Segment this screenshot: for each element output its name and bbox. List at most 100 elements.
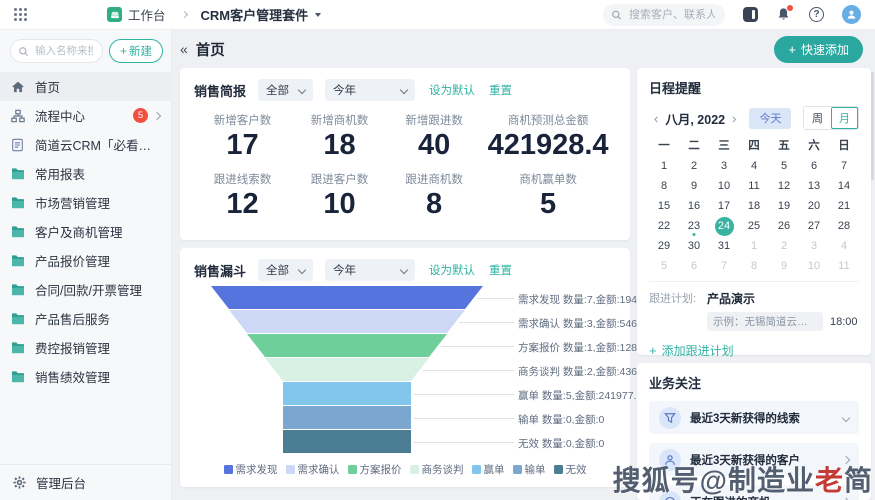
sidebar-item-10[interactable]: 销售绩效管理 (0, 362, 171, 391)
calendar-day[interactable]: 9 (679, 176, 709, 196)
stat-item[interactable]: 跟进客户数 10 (291, 171, 388, 221)
calendar-day[interactable]: 1 (739, 236, 769, 256)
funnel-scope-dropdown[interactable]: 全部 (258, 259, 314, 281)
global-search-input[interactable] (627, 7, 717, 22)
calendar-day[interactable]: 5 (649, 256, 679, 276)
week-toggle-button[interactable]: 周 (804, 107, 831, 129)
calendar-day[interactable]: 6 (799, 156, 829, 176)
collapse-panel-button[interactable] (743, 7, 758, 22)
calendar-day[interactable]: 10 (799, 256, 829, 276)
sidebar-item-4[interactable]: 市场营销管理 (0, 188, 171, 217)
calendar-day[interactable]: 4 (739, 156, 769, 176)
calendar-day[interactable]: 29 (649, 236, 679, 256)
breadcrumb-app-title[interactable]: CRM客户管理套件 (201, 5, 309, 24)
collapse-sidebar-icon[interactable]: « (180, 42, 188, 56)
today-button[interactable]: 今天 (749, 107, 792, 129)
sidebar-item-7[interactable]: 合同/回款/开票管理 (0, 275, 171, 304)
legend-item[interactable]: 需求发现 (223, 462, 278, 477)
calendar-day[interactable]: 23 (679, 216, 709, 236)
calendar-day[interactable]: 5 (769, 156, 799, 176)
scrollbar[interactable] (871, 72, 874, 180)
calendar-day[interactable]: 4 (829, 236, 859, 256)
calendar-day[interactable]: 2 (769, 236, 799, 256)
month-toggle-button[interactable]: 月 (831, 107, 858, 129)
calendar-day[interactable]: 21 (829, 196, 859, 216)
calendar-day[interactable]: 16 (679, 196, 709, 216)
sidebar-search-input[interactable] (32, 44, 95, 58)
calendar-day[interactable]: 27 (799, 216, 829, 236)
sidebar-search[interactable] (10, 39, 103, 63)
brief-reset-link[interactable]: 重置 (489, 82, 512, 98)
calendar-day[interactable]: 3 (799, 236, 829, 256)
calendar-day[interactable]: 7 (709, 256, 739, 276)
app-title-caret-icon[interactable] (315, 12, 322, 17)
legend-item[interactable]: 需求确认 (285, 462, 340, 477)
calendar-day[interactable]: 14 (829, 176, 859, 196)
brief-scope-dropdown[interactable]: 全部 (258, 79, 314, 101)
legend-item[interactable]: 方案报价 (347, 462, 402, 477)
calendar-day[interactable]: 31 (709, 236, 739, 256)
legend-item[interactable]: 无效 (553, 462, 587, 477)
stat-item[interactable]: 跟进商机数 8 (388, 171, 480, 221)
stat-item[interactable]: 新增商机数 18 (291, 112, 388, 162)
calendar-day[interactable]: 19 (769, 196, 799, 216)
sidebar-item-9[interactable]: 费控报销管理 (0, 333, 171, 362)
calendar-day[interactable]: 1 (649, 156, 679, 176)
calendar-day[interactable]: 9 (769, 256, 799, 276)
create-new-button[interactable]: + 新建 (108, 39, 163, 63)
legend-item[interactable]: 赢单 (471, 462, 505, 477)
funnel-set-default-link[interactable]: 设为默认 (429, 262, 475, 278)
calendar-day[interactable]: 25 (739, 216, 769, 236)
calendar-day[interactable]: 28 (829, 216, 859, 236)
notifications-button[interactable] (776, 5, 793, 22)
funnel-period-dropdown[interactable]: 今年 (325, 259, 416, 281)
sidebar-item-admin[interactable]: 管理后台 (0, 464, 171, 500)
calendar-day[interactable]: 30 (679, 236, 709, 256)
funnel-reset-link[interactable]: 重置 (489, 262, 512, 278)
sidebar-item-2[interactable]: 简道云CRM「必看说明」 (0, 130, 171, 159)
stat-item[interactable]: 商机赢单数 5 (480, 171, 616, 221)
calendar-day[interactable]: 11 (739, 176, 769, 196)
sidebar-item-5[interactable]: 客户及商机管理 (0, 217, 171, 246)
sidebar-item-3[interactable]: 常用报表 (0, 159, 171, 188)
stat-item[interactable]: 新增跟进数 40 (388, 112, 480, 162)
calendar-day[interactable]: 17 (709, 196, 739, 216)
calendar-day[interactable]: 3 (709, 156, 739, 176)
funnel-segment[interactable] (229, 310, 465, 333)
focus-item-2[interactable]: 正在跟进的商机 (649, 485, 859, 500)
calendar-day[interactable]: 2 (679, 156, 709, 176)
stat-item[interactable]: 商机预测总金额 421928.4 (480, 112, 616, 162)
quick-add-button[interactable]: + 快速添加 (774, 35, 863, 63)
breadcrumb-workspace[interactable]: 工作台 (128, 5, 166, 24)
add-plan-link[interactable]: + 添加跟进计划 (649, 342, 859, 359)
prev-month-icon[interactable]: ‹ (649, 112, 663, 125)
calendar-day[interactable]: 8 (739, 256, 769, 276)
calendar-day[interactable]: 6 (679, 256, 709, 276)
user-avatar[interactable] (842, 5, 861, 24)
stat-item[interactable]: 跟进线索数 12 (194, 171, 291, 221)
sidebar-item-6[interactable]: 产品报价管理 (0, 246, 171, 275)
calendar-day[interactable]: 7 (829, 156, 859, 176)
sidebar-item-1[interactable]: 流程中心 5 (0, 101, 171, 130)
calendar-day[interactable]: 20 (799, 196, 829, 216)
calendar-day[interactable]: 13 (799, 176, 829, 196)
brief-set-default-link[interactable]: 设为默认 (429, 82, 475, 98)
global-search[interactable] (603, 3, 725, 26)
focus-item-1[interactable]: 最近3天新获得的客户 (649, 443, 859, 476)
calendar-day[interactable]: 26 (769, 216, 799, 236)
calendar-day[interactable]: 10 (709, 176, 739, 196)
stat-item[interactable]: 新增客户数 17 (194, 112, 291, 162)
calendar-day[interactable]: 24 (709, 216, 739, 236)
next-month-icon[interactable]: › (727, 112, 741, 125)
help-button[interactable]: ? (809, 7, 824, 22)
calendar-day[interactable]: 15 (649, 196, 679, 216)
calendar-day[interactable]: 11 (829, 256, 859, 276)
calendar-day[interactable]: 8 (649, 176, 679, 196)
sidebar-item-0[interactable]: 首页 (0, 72, 171, 101)
brief-period-dropdown[interactable]: 今年 (325, 79, 416, 101)
calendar-day[interactable]: 18 (739, 196, 769, 216)
legend-item[interactable]: 商务谈判 (409, 462, 464, 477)
sidebar-item-8[interactable]: 产品售后服务 (0, 304, 171, 333)
app-grid-icon[interactable] (14, 8, 27, 21)
calendar-day[interactable]: 22 (649, 216, 679, 236)
